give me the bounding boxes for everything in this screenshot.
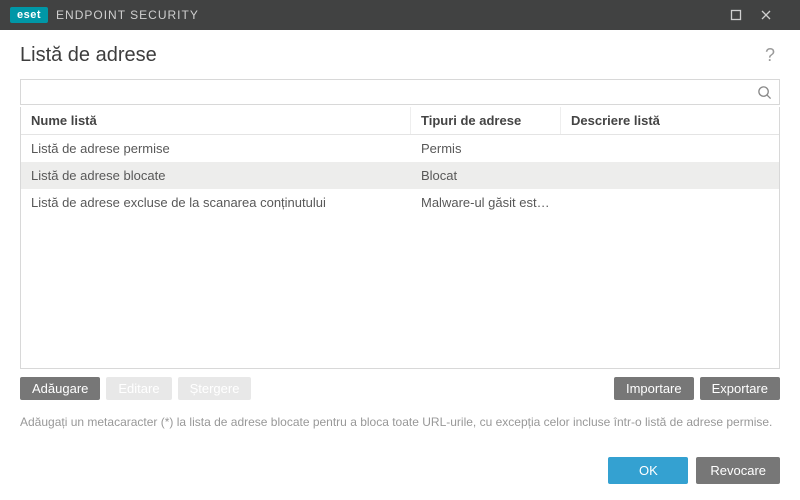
edit-button: Editare — [106, 377, 171, 400]
cell-type: Blocat — [411, 162, 561, 189]
import-button[interactable]: Importare — [614, 377, 694, 400]
cell-desc — [561, 189, 779, 216]
cell-type: Malware-ul găsit este ign... — [411, 189, 561, 216]
app-title: ENDPOINT SECURITY — [56, 8, 199, 22]
table-header: Nume listă Tipuri de adrese Descriere li… — [21, 107, 779, 135]
cell-type: Permis — [411, 135, 561, 162]
cell-name: Listă de adrese excluse de la scanarea c… — [21, 189, 411, 216]
table-row[interactable]: Listă de adrese excluse de la scanarea c… — [21, 189, 779, 216]
brand-badge: eset — [10, 7, 48, 23]
cell-name: Listă de adrese blocate — [21, 162, 411, 189]
help-icon[interactable]: ? — [760, 45, 780, 66]
search-bar — [20, 79, 780, 105]
hint-text: Adăugați un metacaracter (*) la lista de… — [20, 414, 780, 431]
address-list-table: Nume listă Tipuri de adrese Descriere li… — [20, 107, 780, 369]
page-title: Listă de adrese — [20, 44, 157, 67]
cell-desc — [561, 162, 779, 189]
cell-name: Listă de adrese permise — [21, 135, 411, 162]
col-header-name[interactable]: Nume listă — [21, 107, 411, 134]
col-header-type[interactable]: Tipuri de adrese — [411, 107, 561, 134]
search-input[interactable] — [21, 80, 749, 104]
table-body: Listă de adrese permisePermisListă de ad… — [21, 135, 779, 368]
delete-button: Ștergere — [178, 377, 252, 400]
cell-desc — [561, 135, 779, 162]
titlebar: eset ENDPOINT SECURITY — [0, 0, 800, 30]
col-header-desc[interactable]: Descriere listă — [561, 107, 779, 134]
add-button[interactable]: Adăugare — [20, 377, 100, 400]
ok-button[interactable]: OK — [608, 457, 688, 484]
cancel-button[interactable]: Revocare — [696, 457, 780, 484]
close-icon[interactable] — [760, 9, 790, 21]
maximize-icon[interactable] — [730, 9, 760, 21]
table-row[interactable]: Listă de adrese permisePermis — [21, 135, 779, 162]
search-icon[interactable] — [749, 80, 779, 104]
export-button[interactable]: Exportare — [700, 377, 780, 400]
table-row[interactable]: Listă de adrese blocateBlocat — [21, 162, 779, 189]
